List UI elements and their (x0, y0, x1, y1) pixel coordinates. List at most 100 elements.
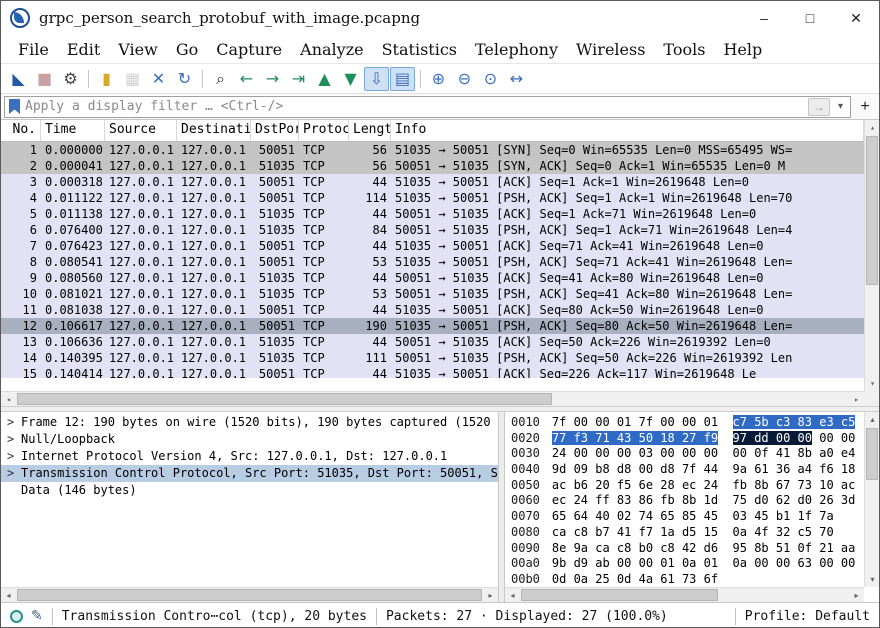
hex-row-0070[interactable]: 007065 64 40 02 74 65 85 45 03 45 b1 1f … (511, 509, 864, 525)
detail-line-null-loopback[interactable]: >Null/Loopback (1, 431, 498, 448)
display-filter-input[interactable] (25, 99, 803, 114)
capture-options-icon[interactable]: ⚙ (58, 67, 83, 91)
display-filter-field[interactable]: → ▾ (4, 96, 851, 118)
scroll-right-icon[interactable]: ▸ (849, 392, 864, 407)
hscroll-thumb[interactable] (17, 393, 552, 405)
bookmark-icon[interactable] (9, 99, 20, 114)
packet-row-1[interactable]: 10.000000127.0.0.1127.0.0.150051TCP56510… (1, 142, 864, 158)
scroll-left-icon[interactable]: ◂ (505, 588, 520, 603)
resize-columns-icon[interactable]: ↔ (504, 67, 529, 91)
scroll-right-icon[interactable]: ▸ (849, 588, 864, 603)
packet-row-10[interactable]: 100.081021127.0.0.1127.0.0.151035TCP5350… (1, 286, 864, 302)
scroll-down-icon[interactable]: ▾ (865, 376, 880, 391)
filter-apply-button[interactable]: → (808, 98, 830, 116)
close-button[interactable]: ✕ (833, 1, 879, 35)
packet-row-9[interactable]: 90.080560127.0.0.1127.0.0.151035TCP44500… (1, 270, 864, 286)
vscroll-thumb[interactable] (866, 136, 878, 285)
scroll-up-icon[interactable]: ▴ (865, 412, 880, 427)
expander-icon[interactable]: > (7, 431, 21, 448)
pane-splitter-vertical[interactable] (498, 412, 505, 602)
column-header-lengt[interactable]: Lengt (349, 120, 391, 141)
menu-item-statistics[interactable]: Statistics (373, 38, 466, 61)
capture-comment-icon[interactable]: ✎ (31, 608, 43, 624)
zoom-out-icon[interactable]: ⊖ (452, 67, 477, 91)
hex-row-00b0[interactable]: 00b00d 0a 25 0d 4a 61 73 6f (511, 572, 864, 587)
column-header-protoc[interactable]: Protoc (299, 120, 349, 141)
expander-icon[interactable]: > (7, 448, 21, 465)
packet-row-3[interactable]: 30.000318127.0.0.1127.0.0.150051TCP44510… (1, 174, 864, 190)
zoom-in-icon[interactable]: ⊕ (426, 67, 451, 91)
packet-row-8[interactable]: 80.080541127.0.0.1127.0.0.150051TCP53510… (1, 254, 864, 270)
menu-item-tools[interactable]: Tools (654, 38, 714, 61)
hex-row-0090[interactable]: 00908e 9a ca c8 b0 c8 42 d6 95 8b 51 0f … (511, 541, 864, 557)
scroll-left-icon[interactable]: ◂ (1, 392, 16, 407)
column-header-dstpor[interactable]: DstPor (251, 120, 299, 141)
detail-line-ipv4[interactable]: >Internet Protocol Version 4, Src: 127.0… (1, 448, 498, 465)
auto-scroll-icon[interactable]: ⇩ (364, 67, 389, 91)
menu-item-wireless[interactable]: Wireless (567, 38, 654, 61)
column-header-no[interactable]: No. (1, 120, 41, 141)
packet-row-6[interactable]: 60.076400127.0.0.1127.0.0.151035TCP84500… (1, 222, 864, 238)
detail-line-data[interactable]: Data (146 bytes) (1, 482, 498, 499)
detail-line-tcp[interactable]: >Transmission Control Protocol, Src Port… (1, 465, 498, 482)
maximize-button[interactable]: □ (787, 1, 833, 35)
packet-row-7[interactable]: 70.076423127.0.0.1127.0.0.150051TCP44510… (1, 238, 864, 254)
packet-row-15[interactable]: 150.140414127.0.0.1127.0.0.150051TCP4451… (1, 366, 864, 378)
open-file-icon[interactable]: ▮ (94, 67, 119, 91)
colorize-icon[interactable]: ▤ (390, 67, 415, 91)
column-header-info[interactable]: Info (391, 120, 864, 141)
start-capture-icon[interactable]: ◣ (6, 67, 31, 91)
filter-dropdown-caret-icon[interactable]: ▾ (835, 101, 846, 112)
menu-item-file[interactable]: File (9, 38, 58, 61)
close-file-icon[interactable]: ✕ (146, 67, 171, 91)
hex-row-00a0[interactable]: 00a09b d9 ab 00 00 01 0a 01 0a 00 00 63 … (511, 556, 864, 572)
packet-row-4[interactable]: 40.011122127.0.0.1127.0.0.150051TCP11451… (1, 190, 864, 206)
scroll-left-icon[interactable]: ◂ (1, 588, 16, 603)
status-profile[interactable]: Profile: Default (745, 609, 870, 624)
details-hscrollbar[interactable]: ◂ ▸ (1, 587, 498, 602)
column-header-source[interactable]: Source (105, 120, 177, 141)
menu-item-help[interactable]: Help (714, 38, 771, 61)
hex-row-0080[interactable]: 0080ca c8 b7 41 f7 1a d5 15 0a 4f 32 c5 … (511, 525, 864, 541)
packet-list-vscrollbar[interactable]: ▴ ▾ (864, 120, 879, 391)
zoom-original-icon[interactable]: ⊙ (478, 67, 503, 91)
column-header-time[interactable]: Time (41, 120, 105, 141)
find-packet-icon[interactable]: ⌕ (208, 67, 233, 91)
menu-item-telephony[interactable]: Telephony (466, 38, 567, 61)
go-bottom-icon[interactable]: ▼ (338, 67, 363, 91)
menu-item-view[interactable]: View (109, 38, 167, 61)
packet-row-13[interactable]: 130.106636127.0.0.1127.0.0.151035TCP4450… (1, 334, 864, 350)
scroll-right-icon[interactable]: ▸ (483, 588, 498, 603)
vscroll-thumb[interactable] (866, 428, 878, 480)
minimize-button[interactable]: – (741, 1, 787, 35)
menu-item-go[interactable]: Go (167, 38, 207, 61)
menu-item-capture[interactable]: Capture (207, 38, 291, 61)
packet-row-12[interactable]: 120.106617127.0.0.1127.0.0.150051TCP1905… (1, 318, 864, 334)
packet-row-11[interactable]: 110.081038127.0.0.1127.0.0.150051TCP4451… (1, 302, 864, 318)
expander-icon[interactable]: > (7, 414, 21, 431)
column-header-destinatio[interactable]: Destinatio (177, 120, 251, 141)
filter-add-button[interactable]: + (854, 96, 876, 118)
go-top-icon[interactable]: ▲ (312, 67, 337, 91)
packet-list-hscrollbar[interactable]: ◂ ▸ (1, 391, 864, 406)
bytes-hscrollbar[interactable]: ◂ ▸ (505, 587, 864, 602)
packet-row-5[interactable]: 50.011138127.0.0.1127.0.0.151035TCP44500… (1, 206, 864, 222)
scroll-down-icon[interactable]: ▾ (865, 572, 880, 587)
go-to-packet-icon[interactable]: ⇥ (286, 67, 311, 91)
hex-row-0030[interactable]: 003024 00 00 00 03 00 00 00 00 0f 41 8b … (511, 446, 864, 462)
hex-row-0010[interactable]: 00107f 00 00 01 7f 00 00 01 c7 5b c3 83 … (511, 415, 864, 431)
bytes-vscrollbar[interactable]: ▴ ▾ (864, 412, 879, 587)
hscroll-thumb[interactable] (521, 589, 718, 601)
packet-row-14[interactable]: 140.140395127.0.0.1127.0.0.151035TCP1115… (1, 350, 864, 366)
expander-icon[interactable]: > (7, 465, 21, 482)
hex-row-0050[interactable]: 0050ac b6 20 f5 6e 28 ec 24 fb 8b 67 73 … (511, 478, 864, 494)
packet-row-2[interactable]: 20.000041127.0.0.1127.0.0.151035TCP56500… (1, 158, 864, 174)
menu-item-edit[interactable]: Edit (58, 38, 109, 61)
hex-row-0040[interactable]: 00409d 09 b8 d8 00 d8 7f 44 9a 61 36 a4 … (511, 462, 864, 478)
go-forward-icon[interactable]: → (260, 67, 285, 91)
hex-row-0020[interactable]: 002077 f3 71 43 50 18 27 f9 97 dd 00 00 … (511, 431, 864, 447)
hscroll-thumb[interactable] (17, 589, 482, 601)
expert-info-icon[interactable] (10, 610, 23, 623)
scroll-up-icon[interactable]: ▴ (865, 120, 880, 135)
hex-row-0060[interactable]: 0060ec 24 ff 83 86 fb 8b 1d 75 d0 62 d0 … (511, 493, 864, 509)
